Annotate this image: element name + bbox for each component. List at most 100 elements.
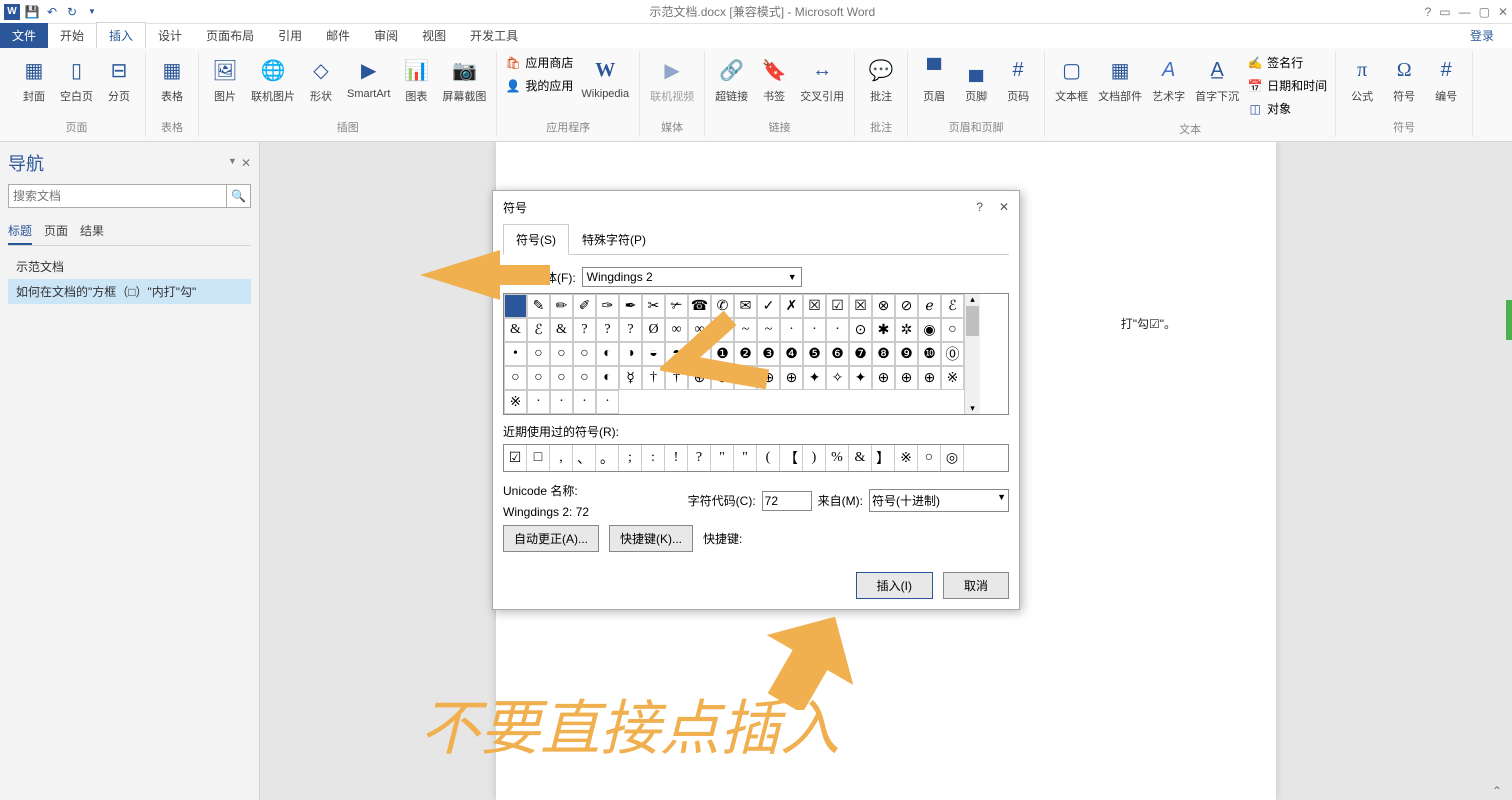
- nav-item[interactable]: 示范文档: [8, 254, 251, 279]
- symbol-cell[interactable]: ※: [941, 366, 964, 390]
- save-icon[interactable]: 💾: [24, 4, 40, 20]
- symbol-cell[interactable]: ○: [527, 366, 550, 390]
- recent-symbol-cell[interactable]: !: [665, 445, 688, 471]
- recent-symbol-cell[interactable]: ☑: [504, 445, 527, 471]
- footer-button[interactable]: ▄页脚: [956, 52, 996, 106]
- dialog-tab-special[interactable]: 特殊字符(P): [569, 224, 659, 255]
- autocorrect-button[interactable]: 自动更正(A)...: [503, 525, 599, 552]
- minimize-icon[interactable]: —: [1459, 5, 1471, 19]
- from-select[interactable]: 符号(十进制)▼: [869, 489, 1009, 512]
- symbol-cell[interactable]: ✑: [596, 294, 619, 318]
- symbol-button[interactable]: Ω符号: [1384, 52, 1424, 106]
- recent-symbol-cell[interactable]: 】: [872, 445, 895, 471]
- dialog-close-icon[interactable]: ✕: [999, 200, 1009, 214]
- chart-button[interactable]: 📊图表: [396, 52, 436, 106]
- nav-close-icon[interactable]: ✕: [241, 156, 251, 170]
- symbol-cell[interactable]: ○: [527, 342, 550, 366]
- nav-search[interactable]: 🔍: [8, 184, 251, 208]
- symbol-cell[interactable]: ○: [941, 318, 964, 342]
- pagenum-button[interactable]: #页码: [998, 52, 1038, 106]
- symbol-cell[interactable]: ✒: [619, 294, 642, 318]
- bookmark-button[interactable]: 🔖书签: [754, 52, 794, 106]
- scroll-indicator[interactable]: [1506, 300, 1512, 340]
- crossref-button[interactable]: ↔交叉引用: [796, 52, 848, 106]
- symbol-cell[interactable]: ⓪: [941, 342, 964, 366]
- cancel-button[interactable]: 取消: [943, 572, 1009, 599]
- symbol-cell[interactable]: ☒: [849, 294, 872, 318]
- symbol-cell[interactable]: ✲: [895, 318, 918, 342]
- symbol-cell[interactable]: ·: [596, 390, 619, 414]
- recent-symbol-cell[interactable]: 。: [596, 445, 619, 471]
- shapes-button[interactable]: ◇形状: [301, 52, 341, 106]
- login-link[interactable]: 登录: [1462, 23, 1502, 48]
- nav-search-input[interactable]: [9, 185, 226, 207]
- symbol-cell[interactable]: ◑: [619, 342, 642, 366]
- my-apps-button[interactable]: 👤我的应用: [503, 75, 575, 96]
- symbol-cell[interactable]: ❹: [780, 342, 803, 366]
- recent-symbol-cell[interactable]: ): [803, 445, 826, 471]
- smartart-button[interactable]: ▶SmartArt: [343, 52, 394, 102]
- symbol-cell[interactable]: ○: [550, 342, 573, 366]
- tab-insert[interactable]: 插入: [96, 22, 146, 48]
- dialog-help-icon[interactable]: ?: [976, 200, 983, 214]
- recent-symbol-cell[interactable]: ○: [918, 445, 941, 471]
- recent-symbol-cell[interactable]: ": [734, 445, 757, 471]
- table-button[interactable]: ▦表格: [152, 52, 192, 106]
- nav-tab-results[interactable]: 结果: [80, 218, 104, 245]
- wikipedia-button[interactable]: WWikipedia: [577, 52, 633, 102]
- symbol-cell[interactable]: ⊗: [872, 294, 895, 318]
- recent-symbol-cell[interactable]: ;: [619, 445, 642, 471]
- symbol-cell[interactable]: ✦: [849, 366, 872, 390]
- tab-design[interactable]: 设计: [146, 23, 194, 48]
- screenshot-button[interactable]: 📷屏幕截图: [438, 52, 490, 106]
- close-icon[interactable]: ✕: [1498, 5, 1508, 19]
- symbol-cell[interactable]: ○: [550, 366, 573, 390]
- help-icon[interactable]: ?: [1425, 5, 1432, 19]
- tab-view[interactable]: 视图: [410, 23, 458, 48]
- symbol-cell[interactable]: •: [504, 342, 527, 366]
- symbol-cell[interactable]: ✦: [803, 366, 826, 390]
- dropcap-button[interactable]: A̲首字下沉: [1191, 52, 1243, 106]
- symbol-cell[interactable]: ✱: [872, 318, 895, 342]
- picture-button[interactable]: 🖼图片: [205, 52, 245, 106]
- symbol-cell[interactable]: ✐: [573, 294, 596, 318]
- symbol-scrollbar[interactable]: ▴ ▾: [964, 294, 980, 414]
- symbol-cell[interactable]: ❼: [849, 342, 872, 366]
- font-select[interactable]: Wingdings 2▼: [582, 267, 802, 287]
- recent-symbol-cell[interactable]: □: [527, 445, 550, 471]
- symbol-cell[interactable]: ✏: [550, 294, 573, 318]
- recent-symbol-cell[interactable]: :: [642, 445, 665, 471]
- symbol-cell[interactable]: ○: [573, 366, 596, 390]
- wordart-button[interactable]: A艺术字: [1148, 52, 1189, 106]
- search-icon[interactable]: 🔍: [226, 185, 250, 207]
- header-button[interactable]: ▀页眉: [914, 52, 954, 106]
- recent-symbol-cell[interactable]: %: [826, 445, 849, 471]
- symbol-cell[interactable]: ◐: [596, 342, 619, 366]
- symbol-cell[interactable]: ·: [826, 318, 849, 342]
- recent-symbol-cell[interactable]: ": [711, 445, 734, 471]
- redo-icon[interactable]: ↻: [64, 4, 80, 20]
- symbol-cell[interactable]: ◉: [918, 318, 941, 342]
- insert-button[interactable]: 插入(I): [856, 572, 933, 599]
- symbol-cell[interactable]: ℯ: [918, 294, 941, 318]
- page-break-button[interactable]: ⊟分页: [99, 52, 139, 106]
- parts-button[interactable]: ▦文档部件: [1094, 52, 1146, 106]
- recent-symbol-cell[interactable]: 、: [573, 445, 596, 471]
- symbol-cell[interactable]: ❽: [872, 342, 895, 366]
- symbol-cell[interactable]: ⊙: [849, 318, 872, 342]
- symbol-cell[interactable]: &: [550, 318, 573, 342]
- tab-layout[interactable]: 页面布局: [194, 23, 266, 48]
- recent-symbol-cell[interactable]: (: [757, 445, 780, 471]
- nav-item[interactable]: 如何在文档的"方框（□）"内打"勾": [8, 279, 251, 304]
- online-picture-button[interactable]: 🌐联机图片: [247, 52, 299, 106]
- app-store-button[interactable]: 🛍应用商店: [503, 52, 575, 73]
- blank-page-button[interactable]: ▯空白页: [56, 52, 97, 106]
- textbox-button[interactable]: ▢文本框: [1051, 52, 1092, 106]
- comment-button[interactable]: 💬批注: [861, 52, 901, 106]
- nav-dropdown-icon[interactable]: ▼: [228, 156, 237, 170]
- nav-tab-headings[interactable]: 标题: [8, 218, 32, 245]
- symbol-cell[interactable]: ❻: [826, 342, 849, 366]
- symbol-cell[interactable]: ℰ: [941, 294, 964, 318]
- symbol-cell[interactable]: ·: [527, 390, 550, 414]
- tab-home[interactable]: 开始: [48, 23, 96, 48]
